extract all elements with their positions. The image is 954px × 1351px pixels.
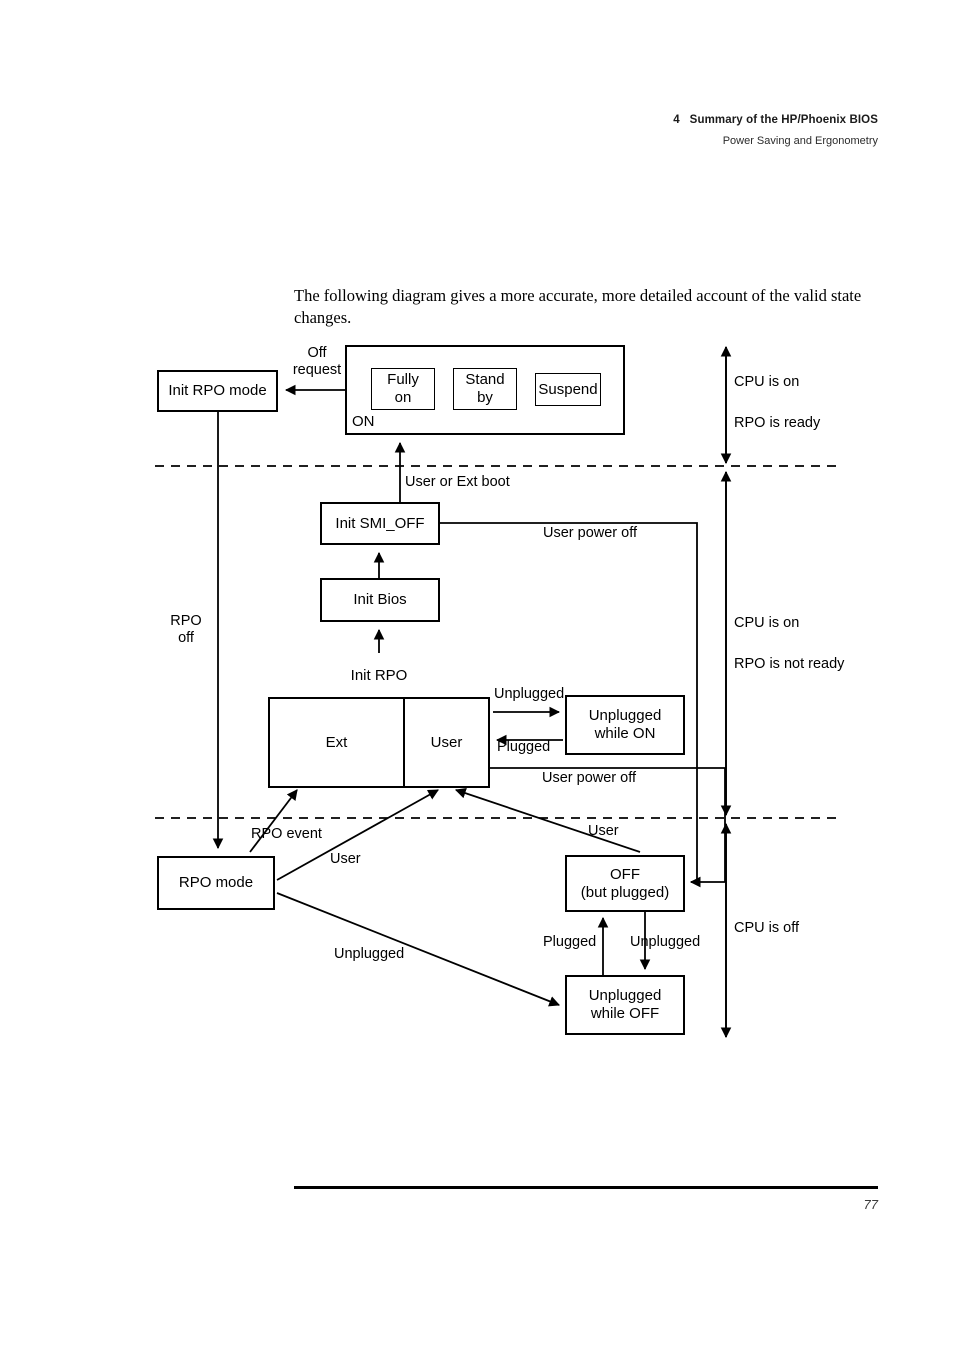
node-suspend[interactable]: Suspend xyxy=(535,373,601,406)
edge-label-unplugged-on: Unplugged xyxy=(494,686,565,702)
node-off-but-plugged[interactable]: OFF (but plugged) xyxy=(565,855,685,912)
zone-label-cpu-on-not-ready-line2: RPO is not ready xyxy=(734,656,845,672)
state-diagram: Init RPO mode ON Fully on Stand by Suspe… xyxy=(0,0,954,1351)
node-user[interactable]: User xyxy=(403,697,490,788)
edge-label-unplugged-from-rpo-mode: Unplugged xyxy=(334,946,405,962)
node-init-rpo-mode[interactable]: Init RPO mode xyxy=(157,370,278,412)
edge-label-plugged-off: Plugged xyxy=(543,934,597,950)
edge-user-from-off xyxy=(454,787,641,853)
zone-label-cpu-off: CPU is off xyxy=(734,920,800,936)
page-number: 77 xyxy=(863,1197,878,1212)
zone-label-cpu-on-not-ready-line1: CPU is on xyxy=(734,615,800,631)
node-init-rpo-title: Init RPO xyxy=(268,653,490,699)
edge-label-plugged-on: Plugged xyxy=(497,739,551,755)
zone-label-cpu-on-ready-line2: RPO is ready xyxy=(734,415,821,431)
node-fully-on[interactable]: Fully on xyxy=(371,368,435,410)
edge-label-rpo-event: RPO event xyxy=(251,826,322,842)
node-ext[interactable]: Ext xyxy=(268,697,405,788)
footer-rule xyxy=(294,1186,878,1189)
node-stand-by[interactable]: Stand by xyxy=(453,368,517,410)
edge-label-user-from-rpo-mode: User xyxy=(330,851,361,867)
zone-label-cpu-on-ready-line1: CPU is on xyxy=(734,374,800,390)
node-init-bios[interactable]: Init Bios xyxy=(320,578,440,622)
edge-label-unplugged-off: Unplugged xyxy=(630,934,701,950)
edge-label-rpo-off: RPO off xyxy=(170,613,202,646)
node-init-smi-off[interactable]: Init SMI_OFF xyxy=(320,502,440,545)
edge-label-user-or-ext-boot: User or Ext boot xyxy=(405,474,510,490)
edge-label-off-request: Off request xyxy=(292,345,342,378)
edge-label-user-from-off: User xyxy=(588,823,619,839)
node-unplugged-while-on[interactable]: Unplugged while ON xyxy=(565,695,685,755)
node-unplugged-while-off[interactable]: Unplugged while OFF xyxy=(565,975,685,1035)
node-rpo-mode[interactable]: RPO mode xyxy=(157,856,275,910)
edge-unplugged-from-rpo-mode xyxy=(276,892,561,1007)
edge-label-user-power-off-top: User power off xyxy=(543,525,638,541)
edge-label-user-power-off-bottom: User power off xyxy=(542,770,637,786)
node-group-on-label: ON xyxy=(352,413,375,430)
